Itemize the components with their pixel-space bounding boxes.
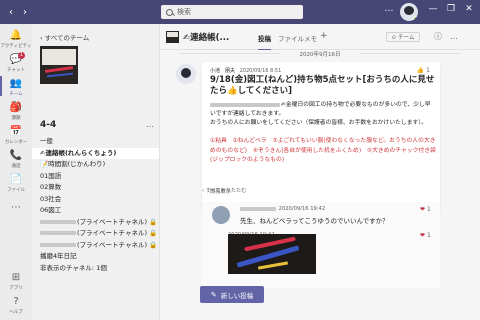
post-author: 小池 朋夫 — [210, 68, 236, 74]
channel-item[interactable]: 02算数 — [32, 182, 159, 194]
assignments-icon: 🎒 — [9, 102, 23, 113]
search-icon — [166, 8, 173, 16]
attached-photo[interactable] — [228, 234, 316, 274]
title-bar: ‹ › 検索 … — ❐ ✕ — [0, 0, 480, 24]
rail-help[interactable]: ? ヘルプ — [0, 296, 32, 315]
author-avatar — [176, 64, 196, 84]
channel-item[interactable]: 📝時間割(じかんわり) — [32, 159, 159, 171]
chat-icon: 💬 — [9, 54, 23, 65]
search-placeholder: 検索 — [177, 8, 191, 16]
post-title: 9/18(金)図工(ねんど)持ち物5点セット[おうちの人に見せたら👍してください… — [210, 75, 435, 96]
more-icon: ⋯ — [11, 202, 21, 213]
forward-arrow-icon[interactable]: › — [18, 7, 32, 18]
date-separator: 2020年9月16日 — [160, 50, 480, 58]
channel-thumbnail — [166, 31, 179, 43]
channel-item-private[interactable]: (プライベートチャネル) 🔒 — [32, 240, 159, 252]
rail-chat[interactable]: 💬 1 チャット — [0, 52, 32, 73]
team-more-icon[interactable]: … — [146, 120, 154, 129]
search-input[interactable]: 検索 — [161, 5, 303, 19]
pen-icon: ✎ — [210, 290, 217, 299]
help-icon: ? — [13, 296, 19, 307]
post-timestamp: 2020/09/16 8:51 — [239, 68, 282, 74]
more-icon[interactable]: … — [450, 32, 458, 42]
rail-assignments[interactable]: 🎒 課題 — [0, 102, 32, 121]
channel-item[interactable]: 03社会 — [32, 194, 159, 206]
post-items-list: ①粘具 ②ねんどベラ ③よごれてもいい服(使わなくなった服など。おうちの人の大き… — [210, 138, 436, 163]
team-name: 4-4 — [40, 120, 57, 130]
channel-title: ✍連絡帳(... — [183, 33, 230, 43]
rail-calendar[interactable]: 📅 カレンダー — [0, 126, 32, 145]
reply-text: 先生、ねんどベラってこうゆうのでいいんですか？ — [240, 217, 389, 225]
files-icon: 📄 — [9, 174, 23, 185]
tab-posts[interactable]: 投稿 — [258, 33, 271, 51]
new-post-button[interactable]: ✎ 新しい投稿 — [200, 286, 264, 303]
channel-item[interactable]: 01国語 — [32, 171, 159, 183]
team-panel: ‹ すべてのチーム 4-4 … 一般 ✍連絡帳(れんらくちょう) 📝時間割(じか… — [32, 24, 160, 320]
user-avatar[interactable] — [400, 3, 418, 21]
reply-avatar — [212, 206, 230, 224]
conversation-pane: 2020年9月16日 小池 朋夫 2020/09/16 8:51 👍 1 9/1… — [160, 50, 480, 320]
add-tab-icon[interactable]: + — [320, 31, 328, 41]
teams-icon: 👥 — [9, 78, 23, 89]
channel-item[interactable]: 一般 — [32, 136, 159, 148]
more-options-icon[interactable]: … — [382, 4, 396, 14]
rail-activity[interactable]: 🔔 アクティビティ — [0, 30, 32, 49]
reply-meta: 2020/09/16 19:42 — [240, 206, 325, 212]
post-body: ✍金曜日の図工の持ち物で必要なものが多いので、少し早いですが連絡しておきます。 … — [210, 102, 431, 126]
app-rail: 🔔 アクティビティ 💬 1 チャット 👥 チーム 🎒 課題 📅 カレンダー 📞 … — [0, 24, 32, 320]
close-button[interactable]: ✕ — [462, 4, 476, 14]
channel-header: ✍連絡帳(... 投稿 ファイル メモ + ⊙ チーム ⓘ … — [160, 24, 480, 51]
post-meta: 小池 朋夫 2020/09/16 8:51 — [210, 67, 281, 74]
rail-apps[interactable]: ⊞ アプリ — [0, 272, 32, 291]
rail-teams[interactable]: 👥 チーム — [0, 76, 32, 97]
info-icon[interactable]: ⓘ — [434, 32, 442, 42]
tab-files[interactable]: ファイル — [278, 33, 304, 43]
channel-list: 一般 ✍連絡帳(れんらくちょう) 📝時間割(じかんわり) 01国語 02算数 0… — [32, 136, 159, 274]
hidden-channels-item[interactable]: 非表示のチャネル: 1個 — [32, 263, 159, 275]
team-button[interactable]: ⊙ チーム — [386, 32, 420, 42]
tab-notes[interactable]: メモ — [304, 33, 317, 43]
bell-icon: 🔔 — [9, 30, 23, 41]
rail-more[interactable]: ⋯ — [0, 202, 32, 214]
channel-item[interactable]: 06図工 — [32, 205, 159, 217]
heart-reaction[interactable]: ❤ 1 — [420, 206, 431, 213]
minimize-button[interactable]: — — [426, 4, 440, 14]
channel-item-private[interactable]: (プライベートチャネル) 🔒 — [32, 228, 159, 240]
heart-icon: ❤ — [420, 232, 426, 239]
rail-calls[interactable]: 📞 通話 — [0, 150, 32, 169]
heart-icon: ❤ — [420, 206, 426, 213]
all-teams-link[interactable]: ‹ すべてのチーム — [40, 32, 89, 42]
presence-available-icon — [413, 16, 418, 21]
channel-item[interactable]: 播磨4年日記 — [32, 251, 159, 263]
back-arrow-icon[interactable]: ‹ — [4, 7, 18, 18]
rail-files[interactable]: 📄 ファイル — [0, 174, 32, 193]
reply-item[interactable]: 2020/09/16 19:42 先生、ねんどベラってこうゆうのでいいんですか？… — [202, 202, 440, 230]
heart-reaction[interactable]: ❤ 1 — [420, 232, 431, 239]
channel-item-active[interactable]: ✍連絡帳(れんらくちょう) — [32, 147, 159, 159]
phone-icon: 📞 — [9, 150, 23, 161]
collapse-all-link[interactable]: ‹ すべておりたたむ — [202, 187, 247, 194]
channel-item-private[interactable]: (プライベートチャネル) 🔒 — [32, 217, 159, 229]
like-reaction[interactable]: 👍 1 — [417, 67, 430, 74]
calendar-icon: 📅 — [9, 126, 23, 137]
unread-badge: 1 — [18, 52, 25, 59]
team-picture — [40, 46, 78, 84]
apps-icon: ⊞ — [11, 272, 21, 283]
maximize-button[interactable]: ❐ — [444, 4, 458, 14]
